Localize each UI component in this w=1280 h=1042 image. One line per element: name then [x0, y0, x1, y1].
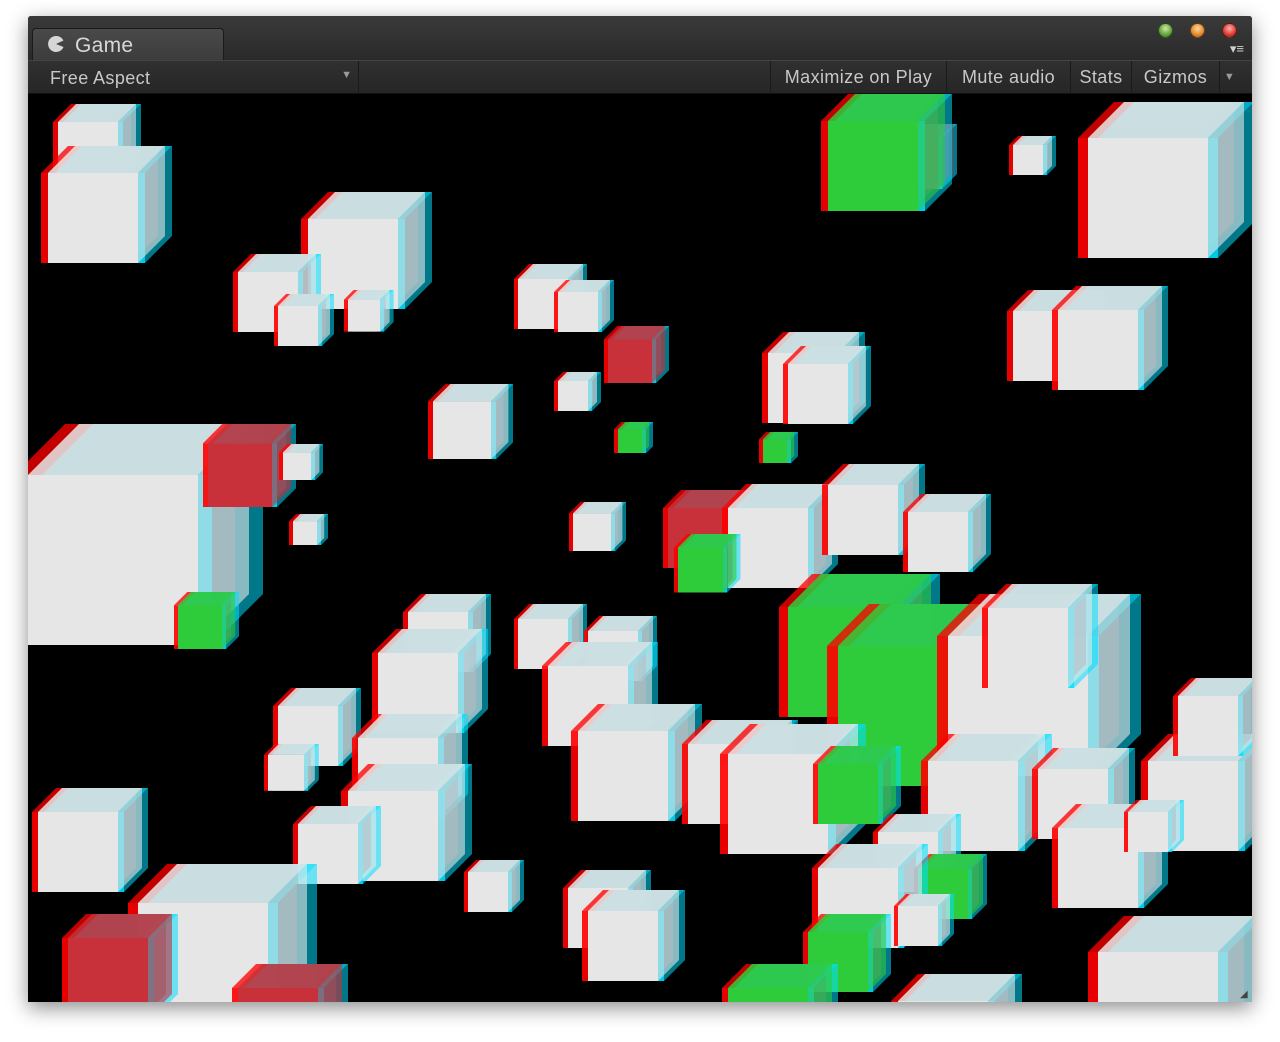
scene-cube	[582, 890, 685, 981]
scene-cube	[174, 592, 240, 650]
panel-menu-icon[interactable]: ▾≡	[1218, 42, 1244, 56]
scene-cube	[464, 860, 524, 912]
scene-cube	[428, 384, 514, 460]
pacman-icon	[47, 35, 65, 53]
stats-button[interactable]: Stats	[1070, 61, 1131, 94]
scene-cube	[722, 964, 838, 1002]
gizmos-button[interactable]: Gizmos	[1131, 61, 1219, 94]
aspect-dropdown[interactable]: Free Aspect ▼	[38, 61, 359, 94]
scene-cube	[554, 280, 614, 332]
scene-cube	[569, 502, 627, 552]
scene-cube	[674, 534, 741, 593]
zoom-button[interactable]	[1158, 23, 1173, 38]
scene-cube	[1124, 800, 1184, 852]
scene-cube	[41, 146, 172, 263]
scene-cube	[1078, 102, 1252, 258]
scene-cube	[759, 432, 799, 464]
scene-cube	[891, 974, 1022, 1002]
scene-cube	[903, 494, 991, 572]
scene-cube	[274, 294, 334, 346]
game-window: Game ▾≡ Free Aspect ▼ Maximize on Play M…	[28, 16, 1252, 1002]
scene-cube	[783, 346, 871, 424]
scene-cube	[604, 326, 670, 384]
scene-cube	[894, 894, 954, 946]
game-toolbar: Free Aspect ▼ Maximize on Play Mute audi…	[28, 60, 1252, 94]
game-viewport[interactable]: ◢	[28, 94, 1252, 1002]
scene-cube	[813, 746, 901, 824]
gizmos-dropdown-arrow-icon[interactable]: ▼	[1219, 61, 1239, 94]
tab-title: Game	[75, 34, 134, 57]
scene-cube	[1052, 286, 1168, 390]
title-bar: Game ▾≡	[28, 16, 1252, 60]
scene-cube	[264, 744, 319, 791]
scene-cube	[232, 964, 348, 1002]
scene-cube	[614, 422, 654, 454]
resize-grip-icon[interactable]: ◢	[1240, 990, 1250, 1000]
maximize-on-play-button[interactable]: Maximize on Play	[770, 61, 946, 94]
scene-cube	[279, 444, 324, 481]
scene-cube	[344, 290, 394, 332]
scene-cube	[1173, 678, 1252, 756]
mute-audio-button[interactable]: Mute audio	[946, 61, 1070, 94]
scene-cube	[289, 514, 329, 546]
scene-cube	[982, 584, 1098, 688]
scene-cube	[1009, 136, 1056, 175]
scene-cube	[554, 372, 601, 411]
scene-cube	[1088, 916, 1252, 1002]
aspect-label: Free Aspect	[50, 68, 151, 88]
chevron-down-icon: ▼	[341, 69, 352, 81]
scene-cube	[62, 914, 178, 1002]
scene-cube	[821, 94, 952, 211]
close-button[interactable]	[1222, 23, 1237, 38]
minimize-button[interactable]	[1190, 23, 1205, 38]
tab-game[interactable]: Game	[32, 28, 224, 60]
